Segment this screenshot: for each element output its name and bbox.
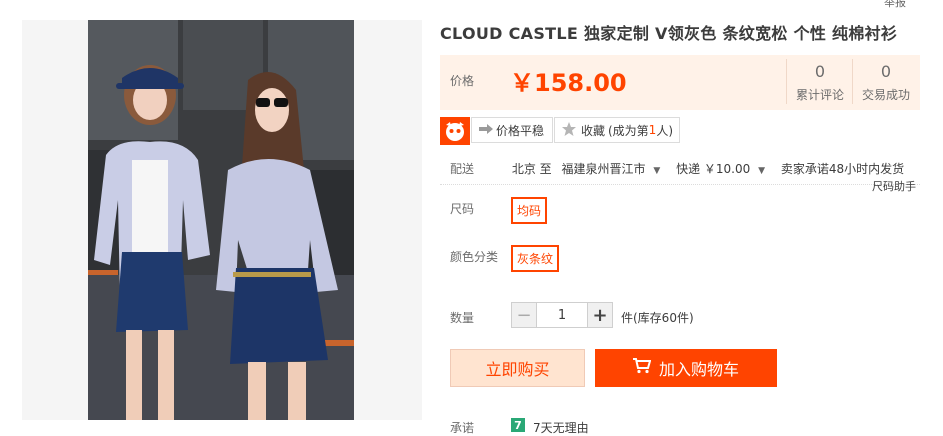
- seven-day-return-icon: 7: [511, 418, 525, 432]
- deals-stat: 0 交易成功: [856, 62, 916, 103]
- quantity-stepper: − 1 +: [511, 302, 613, 328]
- deals-label: 交易成功: [861, 88, 910, 102]
- price-trend-button[interactable]: 价格平稳: [471, 117, 553, 143]
- express-value: 快递 ￥10.00: [676, 162, 751, 176]
- buy-now-button[interactable]: 立即购买: [450, 349, 585, 387]
- reviews-count: 0: [814, 62, 826, 81]
- express-select[interactable]: 快递 ￥10.00 ▼: [676, 162, 769, 176]
- shipping-row: 配送 北京 至 福建泉州晋江市 ▼ 快递 ￥10.00 ▼ 卖家承诺48小时内发…: [450, 160, 904, 177]
- add-to-cart-button[interactable]: 加入购物车: [595, 349, 777, 387]
- size-option[interactable]: 均码: [511, 197, 548, 224]
- shipping-label: 配送: [450, 162, 475, 176]
- destination-value: 福建泉州晋江市: [561, 162, 646, 176]
- stock-text: 件(库存60件): [621, 311, 694, 325]
- tmall-cat-logo-icon[interactable]: [440, 117, 470, 145]
- product-title: CLOUD CASTLE 独家定制 V领灰色 条纹宽松 个性 纯棉衬衫: [440, 24, 898, 43]
- divider: [440, 184, 920, 185]
- favorite-label: 收藏: [580, 123, 605, 138]
- quantity-label: 数量: [450, 311, 475, 325]
- caret-down-icon: ▼: [653, 166, 661, 176]
- star-icon: [561, 121, 581, 140]
- add-to-cart-label: 加入购物车: [658, 360, 739, 379]
- arrow-right-icon: [478, 123, 496, 138]
- stat-divider: [786, 59, 787, 104]
- reviews-label: 累计评论: [795, 88, 844, 102]
- promise-label: 承诺: [450, 421, 475, 435]
- price-value: ￥158.00: [510, 69, 627, 97]
- favorite-suffix: 人): [656, 123, 673, 138]
- quantity-input[interactable]: 1: [537, 302, 587, 328]
- size-label: 尺码: [450, 202, 475, 216]
- price-trend-label: 价格平稳: [496, 123, 545, 138]
- shopping-cart-icon: [632, 358, 652, 378]
- reviews-stat[interactable]: 0 累计评论: [790, 62, 850, 103]
- size-helper-link[interactable]: 尺码助手: [872, 178, 916, 194]
- caret-down-icon: ▼: [758, 166, 766, 176]
- quantity-plus-button[interactable]: +: [587, 302, 613, 328]
- shipping-origin: 北京 至: [511, 162, 552, 176]
- favorite-rank: 1: [648, 123, 657, 137]
- shipping-promise: 卖家承诺48小时内发货: [780, 162, 905, 176]
- product-image[interactable]: [88, 20, 354, 420]
- destination-select[interactable]: 福建泉州晋江市 ▼: [562, 162, 665, 176]
- color-label: 颜色分类: [450, 250, 499, 264]
- quantity-minus-button[interactable]: −: [511, 302, 537, 328]
- favorite-button[interactable]: 收藏 (成为第 1 人): [554, 117, 680, 143]
- favorite-prefix: (成为第: [607, 123, 649, 138]
- stat-divider: [852, 59, 853, 104]
- report-link[interactable]: 举报: [884, 0, 906, 10]
- color-option[interactable]: 灰条纹: [511, 245, 560, 272]
- price-label: 价格: [450, 74, 475, 88]
- deals-count: 0: [880, 62, 892, 81]
- promise-text[interactable]: 7天无理由: [533, 419, 589, 436]
